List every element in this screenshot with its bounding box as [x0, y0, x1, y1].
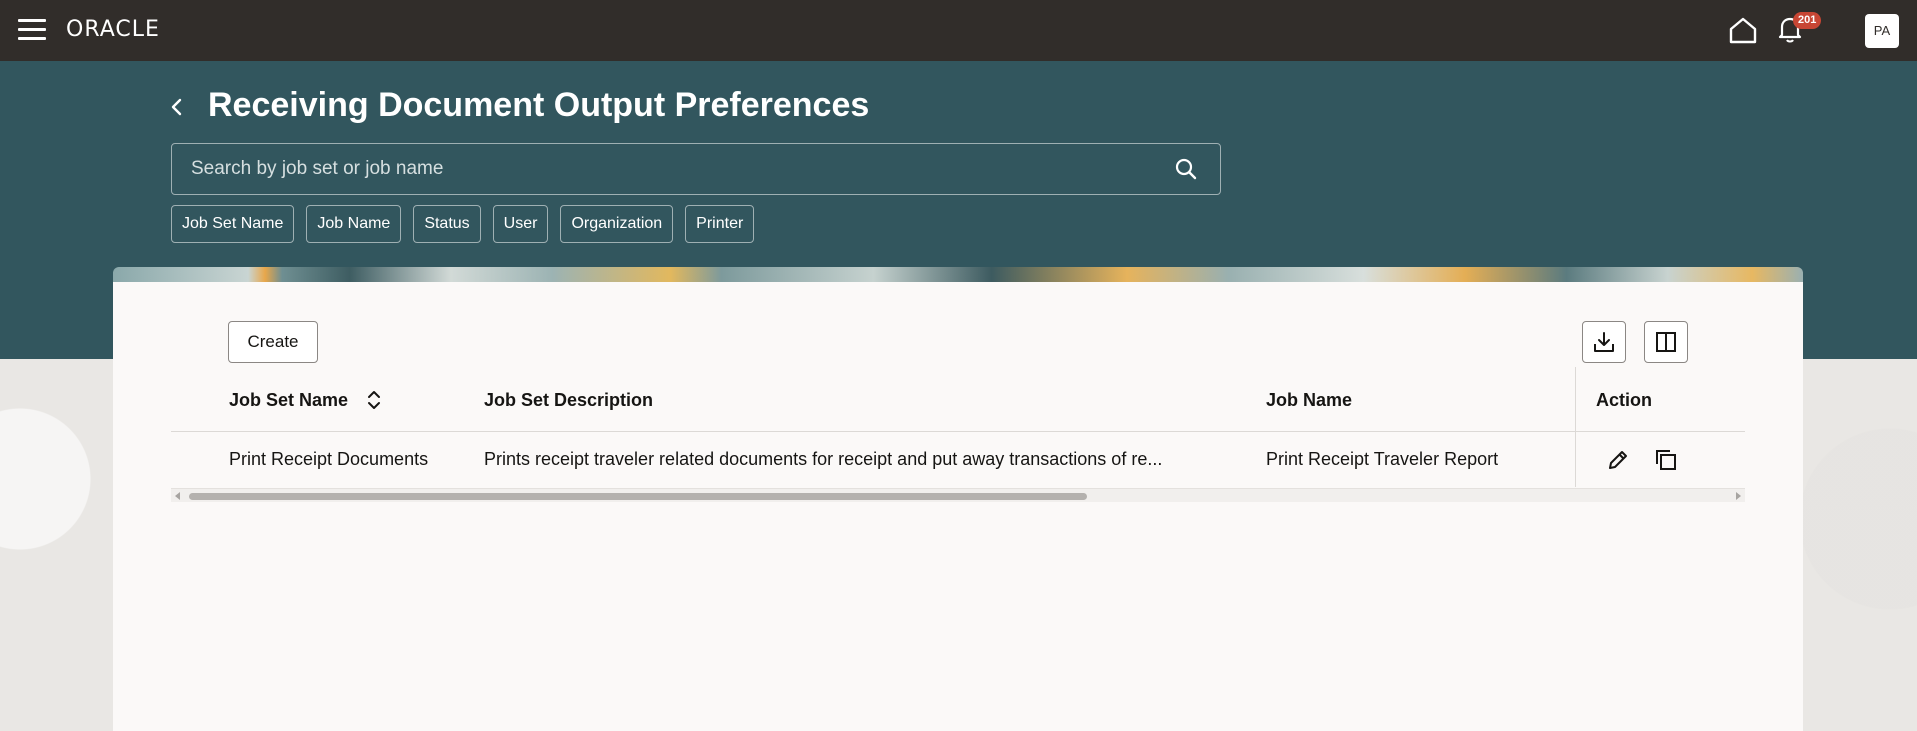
- hamburger-icon[interactable]: [18, 19, 46, 41]
- column-header-job-set-name[interactable]: Job Set Name: [229, 390, 348, 411]
- create-button[interactable]: Create: [228, 321, 318, 363]
- columns-button[interactable]: [1644, 321, 1688, 363]
- user-avatar[interactable]: PA: [1865, 14, 1899, 48]
- filter-chip-job-name[interactable]: Job Name: [306, 205, 402, 243]
- scrollbar-thumb[interactable]: [189, 493, 1087, 500]
- search-icon[interactable]: [1174, 157, 1198, 181]
- cell-job-set-name: Print Receipt Documents: [229, 449, 429, 469]
- header-divider: [171, 431, 1745, 432]
- copy-icon[interactable]: [1654, 448, 1678, 472]
- filter-chip-organization[interactable]: Organization: [560, 205, 674, 243]
- pencil-icon[interactable]: [1606, 448, 1630, 472]
- columns-icon: [1656, 332, 1676, 352]
- column-header-action: Action: [1596, 390, 1652, 410]
- download-icon: [1594, 332, 1614, 352]
- export-button[interactable]: [1582, 321, 1626, 363]
- filter-chip-user[interactable]: User: [492, 205, 549, 243]
- notification-count-badge: 201: [1793, 12, 1822, 29]
- chevron-left-icon[interactable]: [166, 92, 188, 122]
- filter-chip-job-set-name[interactable]: Job Set Name: [171, 205, 295, 243]
- cell-job-set-description: Prints receipt traveler related document…: [484, 449, 1163, 469]
- horizontal-scrollbar[interactable]: [171, 488, 1745, 502]
- global-header: ORACLE 201 PA: [0, 0, 1917, 61]
- filter-chip-printer[interactable]: Printer: [685, 205, 755, 243]
- column-header-job-set-description: Job Set Description: [484, 390, 654, 410]
- home-icon[interactable]: [1728, 16, 1758, 44]
- scroll-right-icon[interactable]: [1736, 492, 1741, 500]
- scroll-left-icon[interactable]: [175, 492, 180, 500]
- column-header-job-name: Job Name: [1266, 390, 1353, 410]
- sort-icon[interactable]: [366, 389, 382, 411]
- filter-chips: Job Set Name Job Name Status User Organi…: [171, 205, 755, 243]
- search-input[interactable]: [172, 144, 1152, 194]
- oracle-logo[interactable]: ORACLE: [66, 17, 160, 42]
- results-card: [113, 282, 1803, 731]
- action-column-divider: [1575, 367, 1576, 487]
- cell-job-name: Print Receipt Traveler Report: [1266, 449, 1499, 469]
- card-decorative-strip: [113, 267, 1803, 282]
- search-box: [171, 143, 1221, 195]
- page-title: Receiving Document Output Preferences: [208, 86, 870, 124]
- filter-chip-status[interactable]: Status: [413, 205, 481, 243]
